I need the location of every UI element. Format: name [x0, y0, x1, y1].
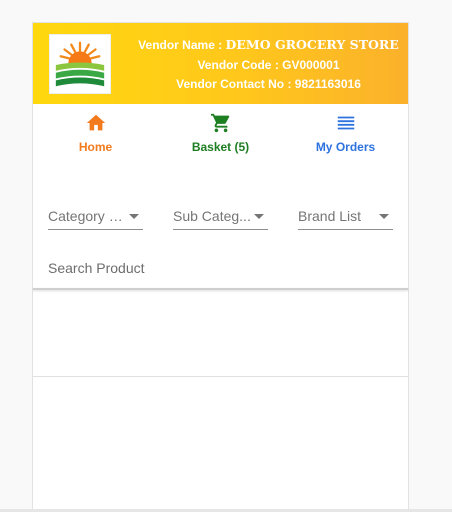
- nav-my-orders[interactable]: My Orders: [283, 112, 408, 168]
- chevron-down-icon: [129, 213, 139, 219]
- divider: [33, 376, 408, 377]
- divider: [33, 288, 408, 290]
- subcategory-select-value: Sub Categ...: [173, 208, 251, 224]
- chevron-down-icon: [379, 213, 389, 219]
- main-nav: Home Basket (5) My Orders: [33, 104, 408, 168]
- farm-sun-logo-icon: [55, 41, 105, 87]
- vendor-name-value: DEMO GROCERY STORE: [225, 37, 399, 52]
- list-icon: [337, 116, 354, 130]
- app-container: Vendor Name : DEMO GROCERY STORE Vendor …: [32, 22, 409, 512]
- store-logo: [49, 34, 111, 94]
- vendor-contact: Vendor Contact No : 9821163016: [176, 77, 361, 91]
- brand-select-value: Brand List: [298, 208, 362, 224]
- filter-bar: Category L... Sub Categ... Brand List: [48, 203, 393, 230]
- category-select[interactable]: Category L...: [48, 203, 143, 230]
- home-icon: [86, 114, 105, 131]
- nav-home-label: Home: [78, 140, 113, 154]
- vendor-info: Vendor Name : DEMO GROCERY STORE Vendor …: [129, 35, 408, 95]
- cart-icon: [210, 113, 229, 133]
- search-product-input[interactable]: [48, 257, 388, 279]
- nav-home[interactable]: Home: [33, 112, 158, 168]
- nav-basket[interactable]: Basket (5): [158, 112, 283, 168]
- nav-basket-label: Basket (5): [191, 140, 250, 154]
- chevron-down-icon: [254, 213, 264, 219]
- subcategory-select[interactable]: Sub Categ...: [173, 203, 268, 230]
- vendor-header: Vendor Name : DEMO GROCERY STORE Vendor …: [33, 23, 408, 104]
- vendor-code: Vendor Code : GV000001: [197, 57, 340, 72]
- vendor-name-label: Vendor Name :: [138, 38, 226, 52]
- vendor-name: Vendor Name : DEMO GROCERY STORE: [129, 35, 408, 56]
- brand-select[interactable]: Brand List: [298, 203, 393, 230]
- nav-my-orders-label: My Orders: [315, 140, 376, 154]
- category-select-value: Category L...: [48, 208, 126, 224]
